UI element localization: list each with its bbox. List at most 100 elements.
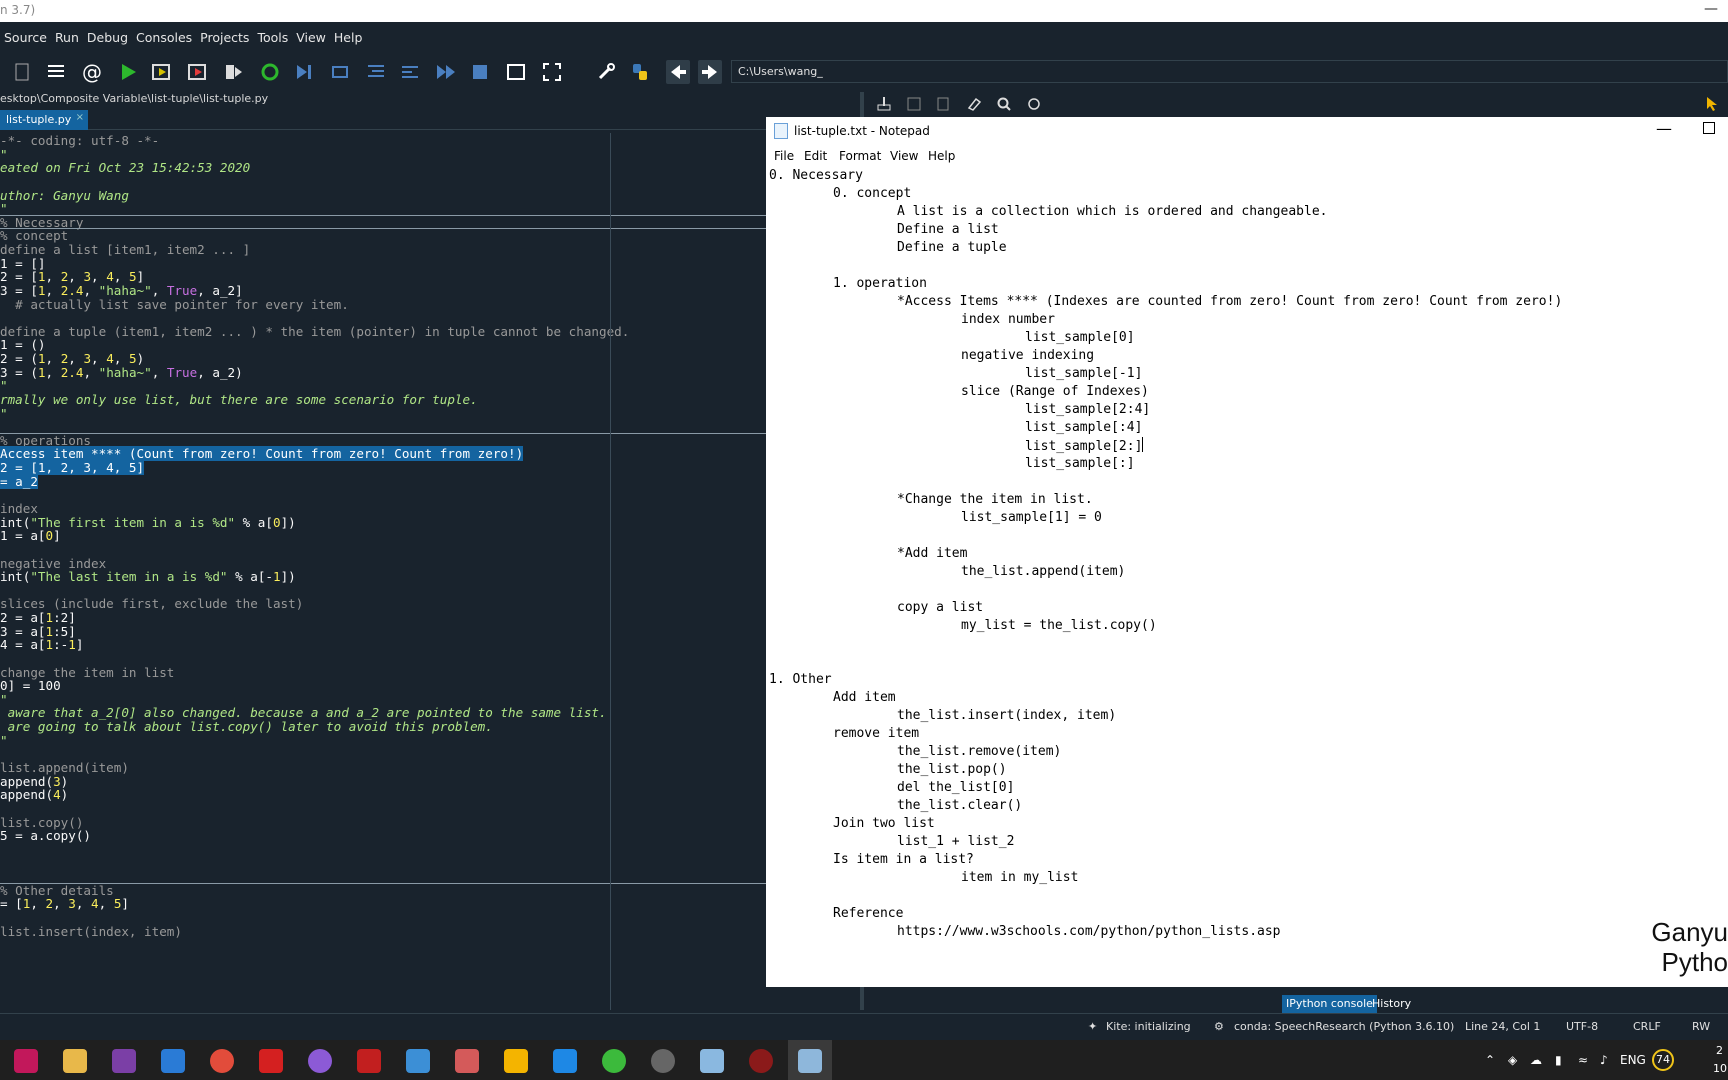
app-icon-star[interactable] [553,1049,577,1073]
acrobat-icon[interactable] [357,1049,381,1073]
notepad-text-line: remove item [833,726,920,741]
notepad-menu-edit[interactable]: Edit [804,149,827,163]
search-icon[interactable] [994,94,1014,114]
notepad-menu-file[interactable]: File [774,149,794,163]
minimize-icon[interactable]: — [1704,1,1718,17]
run-cell-icon[interactable] [150,60,174,84]
notepad-menu-help[interactable]: Help [928,149,955,163]
notepad-text-line: Define a list [897,222,999,237]
run-icon[interactable] [116,60,140,84]
maximize-pane-icon[interactable] [504,60,528,84]
chrome-icon[interactable] [210,1049,234,1073]
desktop: n 3.7) — Source Run Debug Consoles Projects T… [0,0,1728,1080]
app-icon-light-blue[interactable] [700,1049,724,1073]
app-icon-gray[interactable] [651,1049,675,1073]
tray-chevron-icon[interactable]: ⌃ [1485,1053,1495,1067]
app-icon-cloud[interactable] [455,1049,479,1073]
app-icon-yellow[interactable] [504,1049,528,1073]
menu-view[interactable]: View [292,30,330,45]
code-line: are going to talk about list.copy() late… [0,719,493,735]
mail-icon[interactable] [161,1049,185,1073]
battery-percent-badge[interactable]: 74 [1652,1049,1674,1071]
menu-run[interactable]: Run [51,30,83,45]
tab-ipython-console[interactable]: IPython console [1282,995,1377,1013]
notepad-menu-format[interactable]: Format [839,149,881,163]
save-as-icon[interactable] [934,94,954,114]
menu-tools[interactable]: Tools [253,30,292,45]
import-data-icon[interactable] [874,94,894,114]
kite-status: Kite: initializing [1106,1020,1191,1033]
tray-shield-icon[interactable]: ◈ [1508,1053,1517,1067]
at-icon[interactable]: @ [80,60,104,84]
stop-icon[interactable] [468,60,492,84]
app-icon-mindmap[interactable] [14,1049,38,1073]
notepad-text-line: *Add item [897,546,968,561]
conda-icon: ⚙ [1214,1020,1224,1033]
notepad-text-area[interactable]: Ganyu Pytho 0. Necessary 0. concept A list… [766,167,1728,987]
menu-help[interactable]: Help [330,30,367,45]
run-selection-icon[interactable] [222,60,246,84]
tray-battery-icon[interactable]: ▮ [1555,1053,1562,1067]
notepad-text-line: Reference [833,906,904,921]
step-return-icon[interactable] [398,60,422,84]
python-path-icon[interactable] [628,60,652,84]
tray-volume-icon[interactable]: ♪ [1600,1053,1608,1067]
step-into-icon[interactable] [364,60,388,84]
app-icon-blue[interactable] [406,1049,430,1073]
spyder-icon[interactable] [749,1049,773,1073]
notepad-menu-view[interactable]: View [890,149,918,163]
wechat-icon[interactable] [602,1049,626,1073]
notepad-text-line: Define a tuple [897,240,1007,255]
notepad-text-line: del the_list[0] [897,780,1015,795]
working-directory-input[interactable]: C:\Users\wang_ [731,60,1728,83]
onenote-icon[interactable] [112,1049,136,1073]
clock-time[interactable]: 2 [1716,1044,1723,1057]
menu-source[interactable]: Source [0,30,51,45]
notepad-text-line: Join two list [833,816,935,831]
tray-wifi-icon[interactable]: ≈ [1578,1053,1588,1067]
notepad-icon [774,123,788,139]
clock-date[interactable]: 10 [1713,1062,1727,1075]
menu-projects[interactable]: Projects [196,30,253,45]
save-data-icon[interactable] [904,94,924,114]
refresh-icon[interactable] [1024,94,1044,114]
tray-cloud-icon[interactable]: ☁ [1530,1053,1542,1067]
run-cell-advance-icon[interactable] [186,60,210,84]
eraser-icon[interactable] [964,94,984,114]
close-tab-icon[interactable]: × [76,112,84,123]
code-line: rmally we only use list, but there are s… [0,391,478,407]
menu-debug[interactable]: Debug [83,30,132,45]
cursor-position: Line 24, Col 1 [1465,1020,1541,1033]
app-icon-purple[interactable] [308,1049,332,1073]
fullscreen-icon[interactable] [540,60,564,84]
rerun-icon[interactable] [258,60,282,84]
code-line: eated on Fri Oct 23 15:42:53 2020 [0,160,251,176]
step-icon[interactable] [328,60,352,84]
file-explorer-icon[interactable] [63,1049,87,1073]
notepad-title: list-tuple.txt - Notepad [794,124,930,138]
preferences-wrench-icon[interactable] [594,60,618,84]
forward-arrow-icon[interactable] [698,60,722,84]
tab-list-tuple[interactable]: list-tuple.py × [0,110,88,130]
menu-consoles[interactable]: Consoles [132,30,196,45]
notepad-text-line: list_sample[1] = 0 [961,510,1102,525]
notepad-text-line: list_sample[0] [1025,330,1135,345]
list-icon[interactable] [44,60,68,84]
tab-history[interactable]: History [1368,995,1415,1013]
back-arrow-icon[interactable] [666,60,690,84]
code-line: 3 = (1, 2.4, "haha~", True, a_2) [0,364,243,380]
notepad-text-line: the_list.append(item) [961,564,1126,579]
continue-icon[interactable] [434,60,458,84]
code-line: " [0,732,8,748]
input-language[interactable]: ENG [1620,1053,1646,1067]
code-editor[interactable]: -*- coding: utf-8 -*- " eated on Fri Oct 2… [0,133,770,1010]
notepad-text-line: 1. Other [769,672,832,687]
notepad-text-line: list_sample[-1] [1025,366,1143,381]
new-file-icon[interactable] [10,60,34,84]
notepad-window: list-tuple.txt - Notepad — File Edit Forma… [766,117,1728,987]
youdao-dictionary-icon[interactable] [259,1049,283,1073]
notepad-maximize-icon[interactable] [1703,122,1715,134]
cell-separator [0,214,770,216]
debug-icon[interactable] [292,60,316,84]
notepad-minimize-icon[interactable]: — [1656,119,1672,138]
